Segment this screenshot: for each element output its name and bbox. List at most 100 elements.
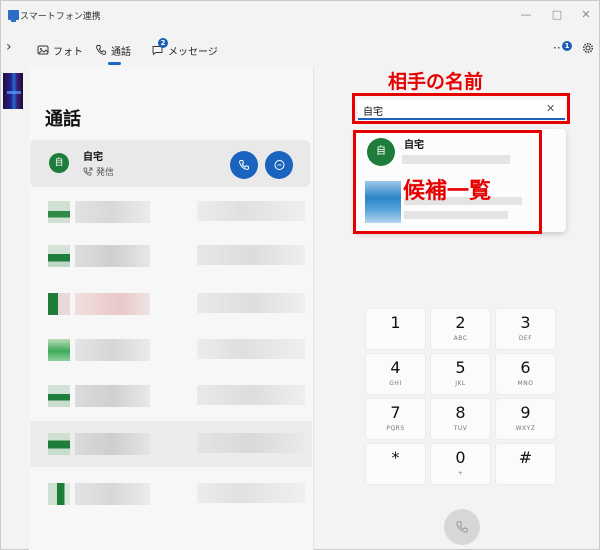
key-digit: 9 — [520, 403, 531, 422]
tab-photos-label: フォト — [53, 46, 83, 58]
key-1[interactable]: 1 — [365, 308, 426, 350]
redacted-details — [197, 201, 305, 221]
messages-badge: 2 — [158, 38, 168, 48]
key-7[interactable]: 7 PQRS — [365, 398, 426, 440]
key-letters: GHI — [389, 380, 402, 387]
dialer-search-value: 自宅 — [363, 107, 383, 118]
expand-chevron-icon[interactable]: › — [6, 39, 12, 55]
key-digit: 5 — [455, 358, 466, 377]
key-5[interactable]: 5 JKL — [430, 353, 491, 395]
dial-pad: 1 2 ABC 3 DEF 4 GHI 5 JKL 6 MNO 7 PQRS 8 TUV 9 W… — [365, 308, 557, 485]
phone-icon — [456, 521, 468, 533]
call-row-redacted[interactable] — [45, 289, 305, 319]
photo-icon — [37, 45, 49, 55]
key-4[interactable]: 4 GHI — [365, 353, 426, 395]
tab-messages-label: メッセージ — [168, 46, 218, 58]
phone-icon — [239, 160, 249, 170]
redacted-details — [197, 385, 305, 405]
tab-photos[interactable]: フォト — [37, 41, 83, 59]
redacted-avatar — [48, 385, 70, 407]
phone-wallpaper-thumbnail[interactable] — [3, 73, 23, 109]
redacted-name — [75, 201, 150, 223]
settings-gear-icon[interactable] — [582, 42, 594, 54]
redacted-name — [75, 293, 150, 315]
key-digit: 0 — [455, 448, 466, 467]
redacted-details — [197, 433, 305, 453]
outgoing-call-icon — [83, 167, 93, 176]
key-0[interactable]: 0 + — [430, 443, 491, 485]
dialer-search-input[interactable] — [358, 100, 565, 120]
app-window: スマートフォン連携 — □ ✕ › フォト 通話 メッセージ 2 ·· 1 通話… — [0, 0, 600, 550]
more-dots-icon[interactable]: ·· — [553, 42, 561, 54]
nav-bar: › フォト 通話 メッセージ 2 ·· 1 — [1, 31, 599, 65]
calls-panel-title: 通話 — [45, 109, 81, 130]
redacted-name — [75, 483, 150, 505]
key-letters: ABC — [453, 335, 468, 342]
redacted-name — [75, 385, 150, 407]
call-back-button[interactable] — [230, 151, 258, 179]
annotation-contact-name-label: 相手の名前 — [388, 71, 484, 93]
key-digit: 8 — [455, 403, 466, 422]
key-digit: 2 — [455, 313, 466, 332]
call-row-redacted[interactable] — [45, 381, 305, 411]
call-contact-name: 自宅 — [83, 152, 103, 163]
call-status-label: 発信 — [96, 168, 115, 178]
key-digit: 6 — [520, 358, 531, 377]
redacted-avatar — [48, 483, 70, 505]
key-3[interactable]: 3 DEF — [495, 308, 556, 350]
key-digit: # — [518, 448, 533, 467]
redacted-details — [197, 483, 305, 503]
notification-badge: 1 — [562, 41, 572, 51]
active-tab-indicator — [108, 62, 121, 65]
message-icon — [274, 159, 284, 170]
title-bar: スマートフォン連携 — □ ✕ — [1, 1, 599, 31]
redacted-avatar — [48, 245, 70, 267]
key-2[interactable]: 2 ABC — [430, 308, 491, 350]
dial-call-button[interactable] — [444, 509, 480, 545]
key-hash[interactable]: # — [495, 443, 556, 485]
tab-calls[interactable]: 通話 — [95, 41, 131, 59]
redacted-avatar — [48, 339, 70, 361]
call-status: 発信 — [83, 165, 114, 178]
panel-divider — [313, 67, 314, 550]
key-digit: 7 — [390, 403, 401, 422]
key-letters: WXYZ — [515, 425, 536, 432]
call-row-redacted[interactable] — [45, 335, 305, 365]
key-letters: JKL — [455, 380, 466, 387]
key-8[interactable]: 8 TUV — [430, 398, 491, 440]
key-letters: DEF — [518, 335, 533, 342]
window-title: スマートフォン連携 — [20, 12, 101, 22]
call-row-redacted[interactable] — [45, 197, 305, 227]
minimize-button[interactable]: — — [517, 7, 535, 23]
key-digit: 4 — [390, 358, 401, 377]
key-letters: PQRS — [386, 425, 405, 432]
redacted-details — [197, 339, 305, 359]
redacted-avatar — [48, 201, 70, 223]
key-star[interactable]: * — [365, 443, 426, 485]
contact-avatar: 自 — [49, 153, 69, 173]
key-9[interactable]: 9 WXYZ — [495, 398, 556, 440]
redacted-name — [75, 339, 150, 361]
call-row-redacted[interactable] — [45, 479, 305, 509]
redacted-name — [75, 245, 150, 267]
redacted-details — [197, 245, 305, 265]
close-button[interactable]: ✕ — [577, 7, 595, 23]
phone-icon — [96, 45, 106, 55]
key-6[interactable]: 6 MNO — [495, 353, 556, 395]
maximize-button[interactable]: □ — [548, 7, 566, 23]
redacted-avatar — [48, 433, 70, 455]
key-letters: + — [457, 470, 464, 477]
annotation-candidates-label: 候補一覧 — [403, 179, 492, 204]
key-letters: MNO — [517, 380, 534, 387]
redacted-avatar — [48, 293, 70, 315]
redacted-name — [75, 433, 150, 455]
key-digit: 3 — [520, 313, 531, 332]
tab-calls-label: 通話 — [111, 46, 131, 58]
clear-search-icon[interactable]: ✕ — [546, 102, 555, 115]
send-message-button[interactable] — [265, 151, 293, 179]
call-row-redacted[interactable] — [45, 241, 305, 271]
call-row-redacted[interactable] — [45, 429, 305, 459]
phone-link-app-icon — [8, 10, 19, 22]
redacted-details — [197, 293, 305, 313]
key-digit: * — [391, 448, 400, 467]
